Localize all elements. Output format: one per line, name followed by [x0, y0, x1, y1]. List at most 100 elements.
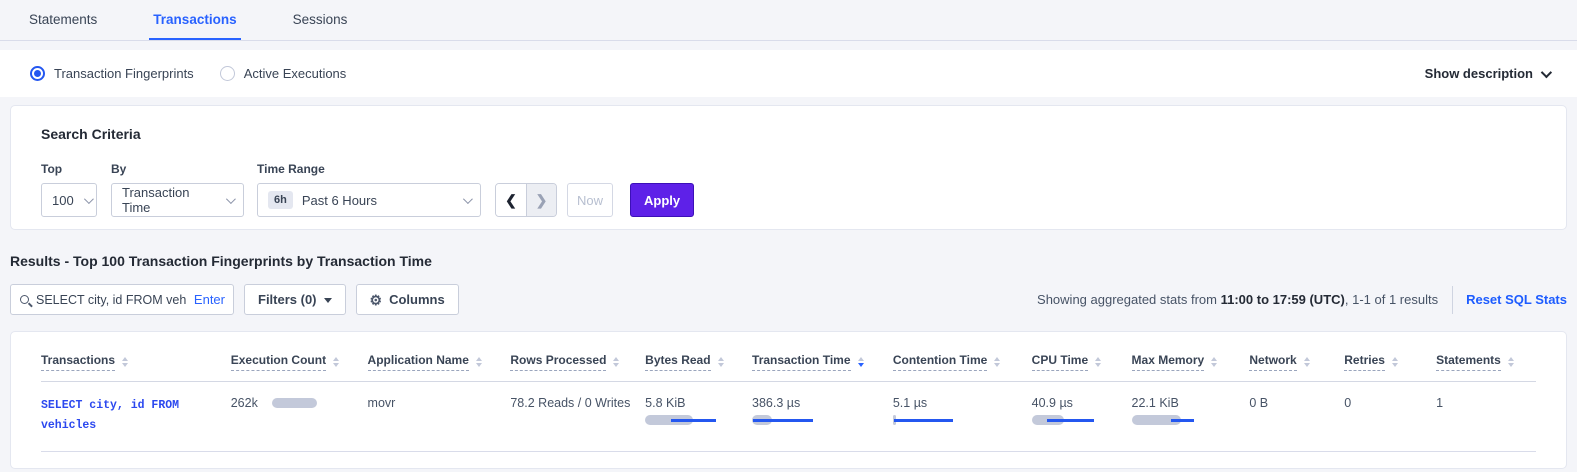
- col-label[interactable]: Statements: [1436, 353, 1501, 371]
- top-label: Top: [41, 162, 97, 176]
- time-range-field: Time Range 6h Past 6 Hours: [257, 162, 481, 217]
- time-range-label: Time Range: [257, 162, 481, 176]
- transaction-time-value: 386.3 µs: [752, 396, 800, 410]
- col-label[interactable]: Bytes Read: [645, 353, 710, 371]
- cpu-time-bar: [1032, 415, 1126, 425]
- sort-icon[interactable]: [1508, 357, 1514, 367]
- cell-transaction: SELECT city, id FROM vehicles: [41, 396, 231, 435]
- filters-label: Filters (0): [258, 292, 317, 307]
- col-header-transaction-time: Transaction Time: [752, 353, 893, 371]
- cell-application-name: movr: [368, 396, 511, 410]
- aggregated-stats-text: Showing aggregated stats from 11:00 to 1…: [1037, 292, 1438, 307]
- sort-icon[interactable]: [1095, 357, 1101, 367]
- filters-button[interactable]: Filters (0): [244, 284, 346, 315]
- divider: [1452, 286, 1453, 314]
- execution-count-bar: [272, 398, 317, 408]
- top-select[interactable]: 100: [41, 183, 97, 217]
- cell-execution-count: 262k: [231, 396, 368, 410]
- top-field: Top 100: [41, 162, 97, 217]
- radio-unselected-icon: [220, 66, 235, 81]
- sort-icon[interactable]: [1392, 357, 1398, 367]
- search-criteria-title: Search Criteria: [31, 126, 1546, 142]
- max-memory-value: 22.1 KiB: [1132, 396, 1179, 410]
- col-header-transactions: Transactions: [41, 353, 231, 371]
- sort-icon[interactable]: [1211, 357, 1217, 367]
- chevron-down-icon: [463, 194, 473, 204]
- cell-transaction-time: 386.3 µs: [752, 396, 893, 425]
- table-header-row: Transactions Execution Count Application…: [41, 342, 1536, 382]
- contention-time-value: 5.1 µs: [893, 396, 927, 410]
- table-row: SELECT city, id FROM vehicles 262k movr …: [41, 382, 1536, 452]
- chevron-down-icon: [226, 194, 236, 204]
- sort-icon[interactable]: [333, 357, 339, 367]
- sort-icon[interactable]: [476, 357, 482, 367]
- col-header-network: Network: [1249, 353, 1344, 371]
- stats-prefix: Showing aggregated stats from: [1037, 292, 1221, 307]
- cpu-time-value: 40.9 µs: [1032, 396, 1073, 410]
- sort-icon[interactable]: [858, 357, 864, 367]
- search-box: Enter: [10, 284, 234, 315]
- col-header-max-memory: Max Memory: [1132, 353, 1250, 371]
- cell-rows-processed: 78.2 Reads / 0 Writes: [510, 396, 645, 410]
- col-label[interactable]: Contention Time: [893, 353, 987, 371]
- by-select[interactable]: Transaction Time: [111, 183, 244, 217]
- time-prev-button[interactable]: ❮: [496, 184, 526, 216]
- bytes-read-bar: [645, 415, 746, 425]
- results-controls-row: Enter Filters (0) ⚙ Columns Showing aggr…: [10, 284, 1567, 315]
- col-header-retries: Retries: [1344, 353, 1436, 371]
- by-select-value: Transaction Time: [122, 185, 216, 215]
- columns-label: Columns: [389, 292, 445, 307]
- time-next-button[interactable]: ❯: [526, 184, 556, 216]
- col-label[interactable]: Application Name: [368, 353, 469, 371]
- columns-button[interactable]: ⚙ Columns: [356, 284, 459, 315]
- col-label[interactable]: CPU Time: [1032, 353, 1088, 371]
- apply-button[interactable]: Apply: [630, 183, 694, 217]
- col-label[interactable]: Network: [1249, 353, 1296, 371]
- transactions-table-card: Transactions Execution Count Application…: [10, 331, 1567, 469]
- col-header-application-name: Application Name: [368, 353, 511, 371]
- col-label[interactable]: Transactions: [41, 353, 115, 371]
- cell-network: 0 B: [1249, 396, 1344, 410]
- chevron-down-icon: [1541, 66, 1552, 77]
- tab-sessions[interactable]: Sessions: [289, 0, 352, 40]
- search-enter-button[interactable]: Enter: [194, 292, 225, 307]
- sort-icon[interactable]: [122, 357, 128, 367]
- now-button[interactable]: Now: [567, 183, 613, 217]
- sort-icon[interactable]: [1304, 357, 1310, 367]
- col-label[interactable]: Rows Processed: [510, 353, 606, 371]
- time-range-value: Past 6 Hours: [302, 193, 377, 208]
- col-header-bytes-read: Bytes Read: [645, 353, 752, 371]
- time-range-badge: 6h: [268, 191, 293, 209]
- tab-transactions[interactable]: Transactions: [149, 0, 240, 40]
- stats-time-range: 11:00 to 17:59 (UTC): [1221, 292, 1345, 307]
- chevron-down-icon: [84, 194, 94, 204]
- contention-time-bar: [893, 415, 1026, 425]
- by-label: By: [111, 162, 244, 176]
- search-criteria-card: Search Criteria Top 100 By Transaction T…: [10, 105, 1567, 230]
- reset-sql-stats-link[interactable]: Reset SQL Stats: [1466, 292, 1567, 307]
- col-label[interactable]: Max Memory: [1132, 353, 1205, 371]
- cell-statements: 1: [1436, 396, 1536, 410]
- sort-icon[interactable]: [718, 357, 724, 367]
- sort-icon[interactable]: [613, 357, 619, 367]
- time-range-select[interactable]: 6h Past 6 Hours: [257, 183, 481, 217]
- view-radio-group: Transaction Fingerprints Active Executio…: [30, 66, 346, 81]
- col-label[interactable]: Execution Count: [231, 353, 326, 371]
- stats-suffix: , 1-1 of 1 results: [1345, 292, 1438, 307]
- col-label[interactable]: Transaction Time: [752, 353, 850, 371]
- col-label[interactable]: Retries: [1344, 353, 1385, 371]
- show-description-toggle[interactable]: Show description: [1425, 66, 1549, 81]
- search-criteria-form: Top 100 By Transaction Time Time Range 6…: [31, 162, 1546, 217]
- tab-statements[interactable]: Statements: [25, 0, 101, 40]
- radio-active-executions[interactable]: Active Executions: [220, 66, 347, 81]
- results-title: Results - Top 100 Transaction Fingerprin…: [10, 253, 1577, 269]
- caret-down-icon: [324, 298, 332, 303]
- cell-bytes-read: 5.8 KiB: [645, 396, 752, 425]
- radio-label: Active Executions: [244, 66, 347, 81]
- transaction-fingerprint-link[interactable]: SELECT city, id FROM vehicles: [41, 399, 179, 432]
- sort-icon[interactable]: [994, 357, 1000, 367]
- top-select-value: 100: [52, 193, 74, 208]
- radio-transaction-fingerprints[interactable]: Transaction Fingerprints: [30, 66, 194, 81]
- col-header-rows-processed: Rows Processed: [510, 353, 645, 371]
- search-input[interactable]: [36, 293, 187, 307]
